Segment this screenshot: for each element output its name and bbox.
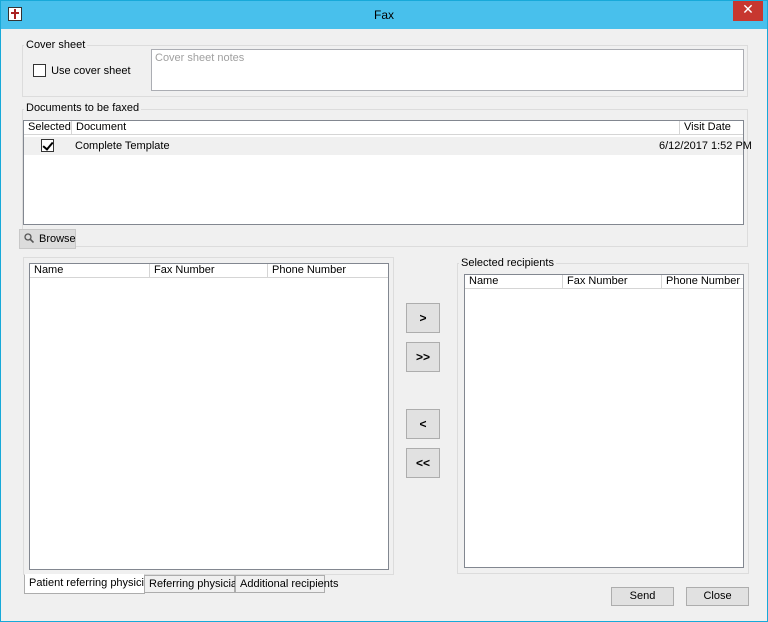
- add-all-recipients-button[interactable]: >>: [406, 342, 440, 372]
- selected-recipients-group-label: Selected recipients: [459, 257, 556, 269]
- use-cover-sheet-label: Use cover sheet: [51, 64, 131, 77]
- window-title: Fax: [373, 8, 394, 22]
- column-header-phone-number[interactable]: Phone Number: [662, 275, 743, 289]
- browse-label: Browse: [39, 233, 76, 245]
- use-cover-sheet-checkbox-row[interactable]: Use cover sheet: [33, 64, 131, 77]
- cover-sheet-notes-input[interactable]: Cover sheet notes: [151, 49, 744, 91]
- send-button[interactable]: Send: [611, 587, 674, 606]
- document-name: Complete Template: [75, 140, 170, 152]
- search-icon: [24, 233, 34, 243]
- available-list-header: Name Fax Number Phone Number: [30, 264, 388, 278]
- cover-sheet-group-label: Cover sheet: [24, 39, 88, 51]
- fax-window: Fax ✕ Cover sheet Use cover sheet Cover …: [0, 0, 768, 622]
- documents-list[interactable]: Selected Document Visit Date Complete Te…: [23, 120, 752, 225]
- column-header-fax-number[interactable]: Fax Number: [150, 264, 268, 278]
- add-recipient-button[interactable]: >: [406, 303, 440, 333]
- remove-all-recipients-button[interactable]: <<: [406, 448, 440, 478]
- column-header-fax-number[interactable]: Fax Number: [563, 275, 662, 289]
- column-header-phone-number[interactable]: Phone Number: [268, 264, 388, 278]
- title-bar: Fax ✕: [1, 1, 767, 29]
- close-button[interactable]: Close: [686, 587, 749, 606]
- documents-group-label: Documents to be faxed: [24, 102, 142, 114]
- document-visit-date: 6/12/2017 1:52 PM: [659, 140, 752, 152]
- column-header-document[interactable]: Document: [72, 121, 680, 135]
- column-header-visit-date[interactable]: Visit Date: [680, 121, 743, 135]
- use-cover-sheet-checkbox[interactable]: [33, 64, 46, 77]
- selected-list-header: Name Fax Number Phone Number: [465, 275, 743, 289]
- table-row[interactable]: Complete Template 6/12/2017 1:52 PM: [24, 137, 752, 155]
- remove-recipient-button[interactable]: <: [406, 409, 440, 439]
- close-window-button[interactable]: ✕: [733, 1, 763, 21]
- document-selected-checkbox[interactable]: [41, 139, 54, 152]
- selected-recipients-list[interactable]: Name Fax Number Phone Number: [464, 274, 744, 568]
- tab-patient-referring-physicians[interactable]: Patient referring physicians: [24, 574, 162, 594]
- tab-additional-recipients[interactable]: Additional recipients: [235, 575, 338, 593]
- column-header-selected[interactable]: Selected: [24, 121, 72, 135]
- available-recipients-list[interactable]: Name Fax Number Phone Number: [29, 263, 389, 570]
- column-header-name[interactable]: Name: [465, 275, 563, 289]
- browse-button[interactable]: Browse: [19, 229, 76, 249]
- column-header-name[interactable]: Name: [30, 264, 150, 278]
- documents-list-header: Selected Document Visit Date: [24, 121, 743, 135]
- tab-referring-physicians[interactable]: Referring physicians: [144, 575, 249, 593]
